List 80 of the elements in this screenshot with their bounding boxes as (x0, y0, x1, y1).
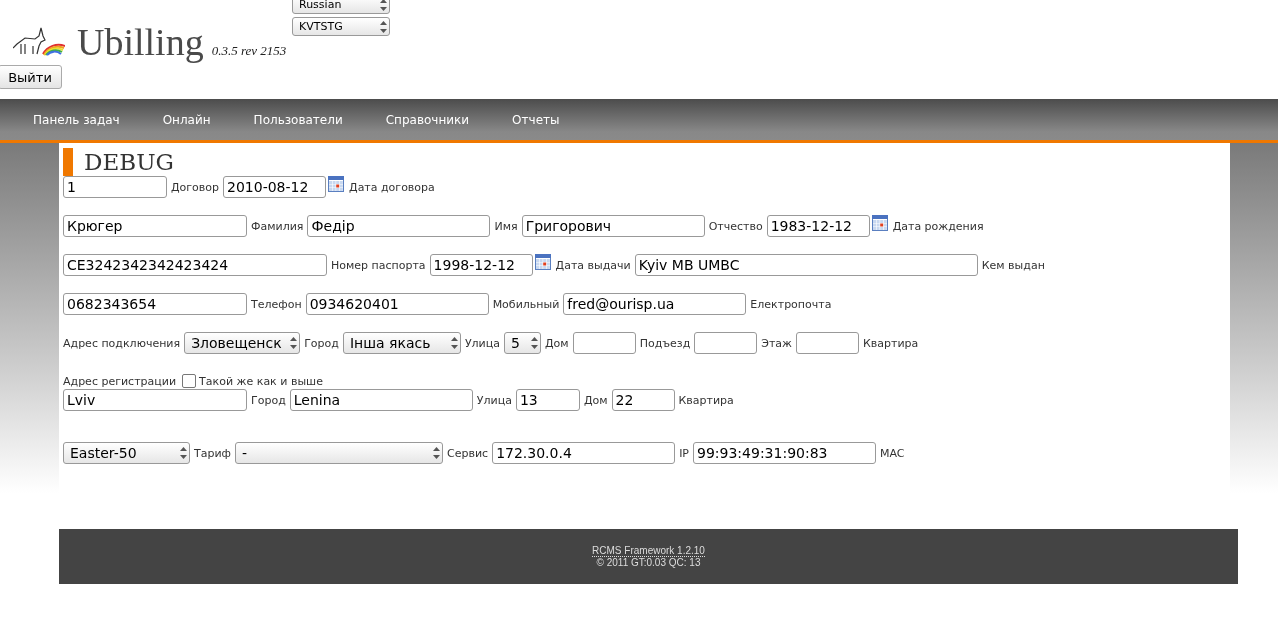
spinner-arrows-icon (180, 447, 187, 459)
nav-item[interactable]: Онлайн (162, 112, 211, 127)
checkbox[interactable] (182, 374, 197, 388)
field-label: Кем выдан (981, 258, 1045, 272)
field-label: Адрес регистрации (63, 374, 177, 388)
calendar-icon[interactable] (534, 254, 551, 270)
dropdown[interactable]: - (235, 442, 443, 464)
spinner-arrows-icon (290, 337, 298, 349)
logout-button[interactable]: Выйти (0, 65, 62, 89)
text-field[interactable]: Григорович (521, 215, 705, 237)
field-label: Договор (171, 180, 220, 194)
dropdown[interactable]: KVTSTG (292, 17, 390, 36)
text-field[interactable]: Федір (307, 215, 491, 237)
field-label: Квартира (863, 336, 919, 350)
field-label: Квартира (678, 393, 734, 407)
text-field[interactable]: 0682343654 (63, 293, 247, 315)
accent-bar (63, 148, 73, 176)
field-label: Дата договора (349, 180, 435, 194)
field-label: Тариф (194, 446, 231, 460)
field-label: Город (304, 336, 339, 350)
calendar-icon[interactable] (871, 215, 888, 231)
spinner-arrows-icon (531, 337, 538, 349)
text-field[interactable]: 172.30.0.4 (492, 442, 676, 464)
text-field[interactable]: Lenina (289, 389, 473, 411)
dropdown[interactable]: Інша якась (342, 332, 461, 354)
text-field[interactable]: 1998-12-12 (429, 254, 533, 276)
text-field[interactable]: fred@ourisp.ua (563, 293, 747, 315)
footer-text: © 2011 GT:0.03 QC: 13 (596, 557, 701, 568)
field-label: Електропочта (750, 297, 832, 311)
field-label: Имя (494, 219, 518, 233)
field-label: Сервис (447, 446, 489, 460)
field-label: Подъезд (639, 336, 691, 350)
field-label: Улица (464, 336, 500, 350)
text-field[interactable]: 1983-12-12 (766, 215, 870, 237)
field-label: Телефон (251, 297, 302, 311)
text-field[interactable] (694, 332, 758, 354)
text-field[interactable]: CE3242342342423424 (63, 254, 327, 276)
field-label: Номер паспорта (331, 258, 426, 272)
field-label: Улица (476, 393, 512, 407)
field-label: Адрес подключения (63, 336, 181, 350)
text-field[interactable]: 0934620401 (305, 293, 489, 315)
nav-item[interactable]: Панель задач (33, 112, 120, 127)
spinner-arrows-icon (380, 0, 387, 11)
dropdown[interactable]: 5 (504, 332, 541, 354)
field-label: Этаж (761, 336, 792, 350)
text-field[interactable]: Lviv (63, 389, 247, 411)
field-label: Отчество (708, 219, 763, 233)
version-text: 0.3.5 rev 2153 (211, 43, 287, 59)
dropdown[interactable]: Зловещенск (184, 332, 301, 354)
field-label: Дата выдачи (555, 258, 631, 272)
framework-link[interactable]: RCMS Framework 1.2.10 (592, 545, 705, 557)
field-label: Фамилия (251, 219, 304, 233)
text-field[interactable]: 1 (63, 176, 167, 198)
text-field[interactable]: 99:93:49:31:90:83 (693, 442, 876, 464)
field-label: Дом (583, 393, 608, 407)
app-title: Ubilling (77, 20, 204, 64)
text-field[interactable]: Крюгер (63, 215, 247, 237)
dropdown[interactable]: Russian (292, 0, 390, 14)
checkbox-label: Такой же как и выше (199, 374, 323, 388)
text-field[interactable]: 22 (611, 389, 675, 411)
spinner-arrows-icon (433, 447, 440, 459)
field-label: Дом (545, 336, 569, 350)
field-label: IP (679, 446, 689, 460)
section-title: DEBUG (84, 149, 174, 175)
nav-item[interactable]: Отчеты (512, 112, 560, 127)
text-field[interactable]: 2010-08-12 (223, 176, 327, 198)
nav-item[interactable]: Пользователи (253, 112, 343, 127)
spinner-arrows-icon (380, 20, 387, 33)
field-label: MAC (880, 446, 905, 460)
text-field[interactable]: 13 (515, 389, 580, 411)
text-field[interactable] (572, 332, 636, 354)
dropdown[interactable]: Easter-50 (63, 442, 190, 464)
field-label: Дата рождения (892, 219, 984, 233)
field-label: Мобильный (492, 297, 560, 311)
calendar-icon[interactable] (328, 176, 345, 192)
text-field[interactable]: Kyiv MB UMBC (634, 254, 978, 276)
nav-item[interactable]: Справочники (385, 112, 470, 127)
spinner-arrows-icon (450, 337, 458, 349)
field-label: Город (251, 393, 286, 407)
text-field[interactable] (796, 332, 859, 354)
